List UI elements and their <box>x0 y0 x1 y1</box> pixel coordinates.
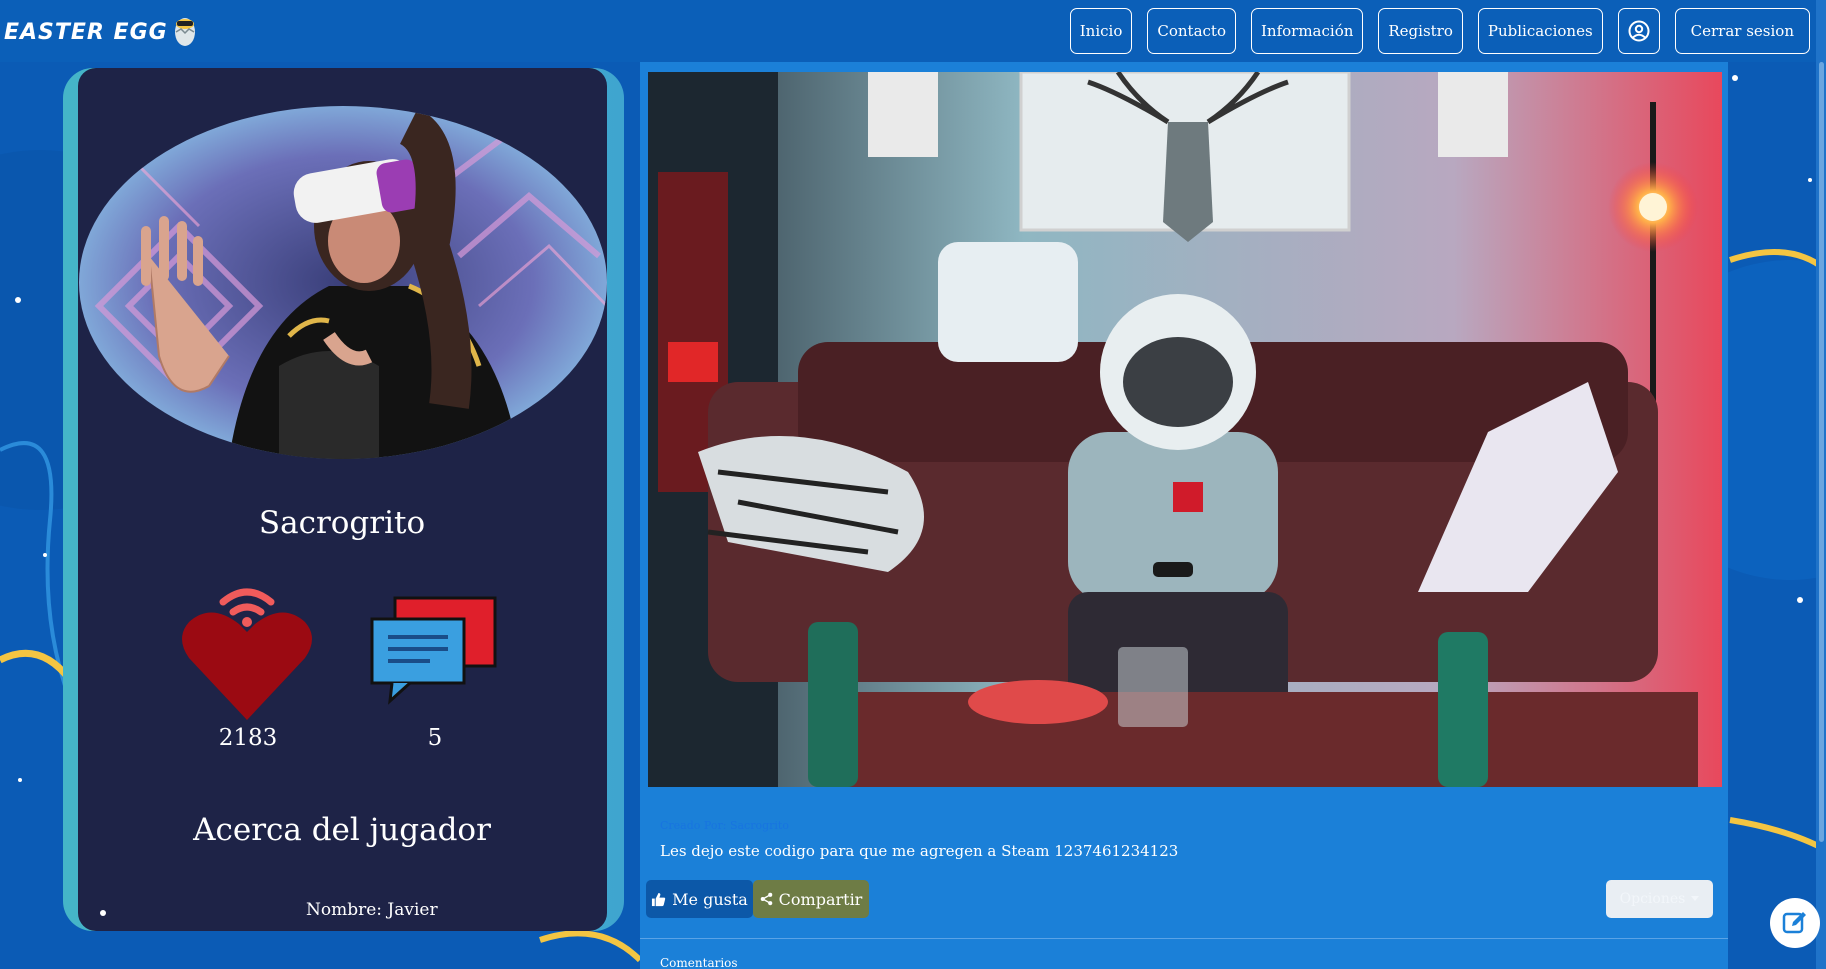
share-button[interactable]: Compartir <box>753 880 869 918</box>
share-label: Compartir <box>778 889 863 909</box>
like-button[interactable]: Me gusta <box>646 880 753 918</box>
section-divider <box>640 938 1728 939</box>
likes-count: 2183 <box>218 725 278 751</box>
player-avatar <box>79 106 607 459</box>
caret-down-icon <box>1691 896 1700 901</box>
options-dropdown-button[interactable]: Opciones <box>1606 880 1713 918</box>
new-post-fab-button[interactable] <box>1770 898 1820 948</box>
comments-count: 5 <box>427 725 443 751</box>
nav-contacto-button[interactable]: Contacto <box>1147 8 1236 54</box>
post-text: Les dejo este codigo para que me agregen… <box>660 842 1179 860</box>
nav-inicio-button[interactable]: Inicio <box>1069 8 1133 54</box>
player-name: Sacrogrito <box>258 505 426 541</box>
about-list-item: Nombre: Javier <box>100 900 600 920</box>
top-navbar: EASTER EGG Inicio Contacto Información R… <box>0 0 1826 62</box>
nav-registro-button[interactable]: Registro <box>1378 8 1463 54</box>
logout-button[interactable]: Cerrar sesion <box>1674 8 1810 54</box>
heart-wifi-icon[interactable] <box>181 570 313 724</box>
comments-heading: Comentarios <box>660 956 738 969</box>
options-label: Opciones <box>1619 891 1686 907</box>
nav-informacion-button[interactable]: Información <box>1250 8 1364 54</box>
share-icon <box>760 892 772 906</box>
site-logo[interactable]: EASTER EGG <box>4 12 198 52</box>
about-item-text: Nombre: Javier <box>306 900 438 920</box>
bullet-icon <box>100 910 106 916</box>
thumbs-up-icon <box>652 892 666 906</box>
profile-button[interactable] <box>1617 8 1660 54</box>
about-title: Acerca del jugador <box>193 812 491 848</box>
egg-icon <box>172 12 198 52</box>
logo-text: EASTER EGG <box>4 19 168 45</box>
post-image[interactable] <box>648 72 1722 787</box>
like-label: Me gusta <box>672 889 748 909</box>
edit-icon <box>1782 912 1806 934</box>
user-circle-icon <box>1628 20 1650 42</box>
scrollbar-thumb[interactable] <box>1819 62 1824 842</box>
post-author[interactable]: Creado Por: Sacrogrito <box>660 819 789 832</box>
main-nav: Inicio Contacto Información Registro Pub… <box>1069 8 1826 54</box>
nav-publicaciones-button[interactable]: Publicaciones <box>1477 8 1603 54</box>
chat-bubbles-icon[interactable] <box>370 595 500 709</box>
